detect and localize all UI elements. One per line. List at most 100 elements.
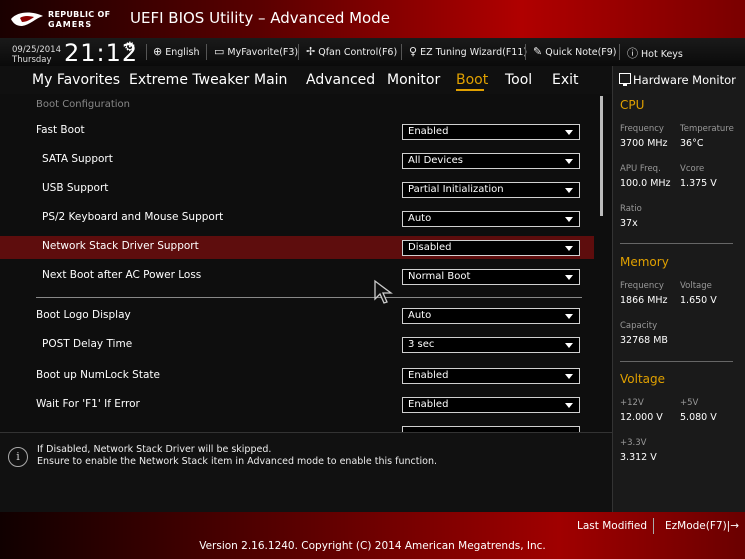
active-tab-indicator	[456, 89, 484, 91]
dropdown-arrow-icon	[565, 188, 573, 193]
window-title: UEFI BIOS Utility – Advanced Mode	[130, 9, 390, 27]
hot-keys-button[interactable]: ⓘ Hot Keys	[627, 45, 683, 61]
cpu-frequency-value: 3700 MHz	[620, 138, 668, 149]
language-label: English	[165, 47, 200, 58]
tab-tool[interactable]: Tool	[505, 72, 532, 88]
memory-frequency-value: 1866 MHz	[620, 295, 668, 306]
mouse-pointer-icon	[374, 279, 393, 304]
toolbar-divider	[619, 44, 620, 60]
date-display: 09/25/2014 Thursday	[12, 45, 61, 65]
apu-freq-label: APU Freq.	[620, 164, 661, 174]
memory-voltage-label: Voltage	[680, 281, 712, 291]
language-button[interactable]: ⊕ English	[153, 45, 200, 58]
cpu-frequency-label: Frequency	[620, 124, 664, 134]
lightbulb-icon: ♀	[409, 45, 418, 58]
memory-section-title: Memory	[620, 255, 669, 269]
hw-section-divider	[620, 361, 733, 362]
select-value: Normal Boot	[408, 271, 471, 282]
toolbar-divider	[206, 44, 207, 60]
option-network-stack-label: Network Stack Driver Support	[42, 240, 199, 252]
tab-main[interactable]: Main	[254, 72, 287, 88]
scrollbar[interactable]	[600, 96, 603, 216]
toolbar-divider	[146, 44, 147, 60]
brand-line2: GAMERS	[48, 20, 93, 29]
memory-capacity-label: Capacity	[620, 321, 658, 331]
quick-note-button[interactable]: ✎ Quick Note(F9)	[533, 45, 617, 58]
rog-logo: REPUBLIC OF GAMERS	[10, 6, 120, 32]
ezmode-button[interactable]: EzMode(F7)|→	[665, 520, 739, 532]
ez-tuning-label: EZ Tuning Wizard(F11)	[420, 47, 528, 58]
memory-frequency-label: Frequency	[620, 281, 664, 291]
globe-icon: ⊕	[153, 45, 163, 58]
boot-logo-select[interactable]: Auto	[402, 308, 580, 324]
fan-icon: ✢	[306, 45, 316, 58]
last-modified-button[interactable]: Last Modified	[577, 520, 647, 532]
help-text-line2: Ensure to enable the Network Stack item …	[37, 456, 437, 467]
date-text: 09/25/2014	[12, 45, 61, 55]
tab-my-favorites[interactable]: My Favorites	[32, 72, 120, 88]
dropdown-arrow-icon	[565, 130, 573, 135]
option-next-boot-label: Next Boot after AC Power Loss	[42, 269, 202, 281]
dropdown-arrow-icon	[565, 275, 573, 280]
cpu-temperature-label: Temperature	[680, 124, 734, 134]
memory-voltage-value: 1.650 V	[680, 295, 717, 306]
info-icon: i	[8, 447, 28, 467]
cpu-temperature-value: 36°C	[680, 138, 704, 149]
network-stack-select[interactable]: Disabled	[402, 240, 580, 256]
tab-boot[interactable]: Boot	[456, 72, 488, 88]
myfavorite-button[interactable]: ▭ MyFavorite(F3)	[214, 45, 298, 58]
select-value: Auto	[408, 310, 432, 321]
toolbar-divider	[298, 44, 299, 60]
option-wait-f1-label: Wait For 'F1' If Error	[36, 398, 140, 410]
tab-monitor[interactable]: Monitor	[387, 72, 440, 88]
help-text-line1: If Disabled, Network Stack Driver will b…	[37, 444, 272, 455]
toolbar-divider	[401, 44, 402, 60]
v5-value: 5.080 V	[680, 412, 717, 423]
brand-line1: REPUBLIC OF	[48, 10, 111, 19]
dropdown-arrow-icon	[565, 314, 573, 319]
wait-f1-select[interactable]: Enabled	[402, 397, 580, 413]
fast-boot-select[interactable]: Enabled	[402, 124, 580, 140]
dropdown-arrow-icon	[565, 217, 573, 222]
usb-support-select[interactable]: Partial Initialization	[402, 182, 580, 198]
v33-label: +3.3V	[620, 438, 647, 448]
qfan-control-button[interactable]: ✢ Qfan Control(F6)	[306, 45, 397, 58]
cpu-section-title: CPU	[620, 98, 645, 112]
option-boot-logo-label: Boot Logo Display	[36, 309, 131, 321]
select-value: All Devices	[408, 155, 463, 166]
v33-value: 3.312 V	[620, 452, 657, 463]
post-delay-select[interactable]: 3 sec	[402, 337, 580, 353]
option-usb-support-label: USB Support	[42, 182, 109, 194]
toolbar-divider	[525, 44, 526, 60]
clock-settings-gear-icon[interactable]: ⚙	[124, 40, 136, 55]
next-boot-select[interactable]: Normal Boot	[402, 269, 580, 285]
tab-advanced[interactable]: Advanced	[306, 72, 375, 88]
voltage-section-title: Voltage	[620, 372, 666, 386]
v5-label: +5V	[680, 398, 699, 408]
favorite-list-icon: ▭	[214, 45, 225, 58]
hardware-monitor-title: Hardware Monitor	[633, 73, 736, 87]
note-icon: ✎	[533, 45, 543, 58]
dropdown-arrow-icon	[565, 159, 573, 164]
option-post-delay-label: POST Delay Time	[42, 338, 133, 350]
section-header: Boot Configuration	[36, 99, 131, 110]
quick-note-label: Quick Note(F9)	[545, 47, 617, 58]
v12-value: 12.000 V	[620, 412, 663, 423]
ps2-support-select[interactable]: Auto	[402, 211, 580, 227]
monitor-icon	[619, 73, 631, 86]
numlock-select[interactable]: Enabled	[402, 368, 580, 384]
tab-extreme-tweaker[interactable]: Extreme Tweaker	[129, 72, 249, 88]
select-value: Enabled	[408, 399, 449, 410]
sata-support-select[interactable]: All Devices	[402, 153, 580, 169]
select-value: Enabled	[408, 126, 449, 137]
vcore-label: Vcore	[680, 164, 705, 174]
dropdown-arrow-icon	[565, 246, 573, 251]
ratio-label: Ratio	[620, 204, 642, 214]
apu-freq-value: 100.0 MHz	[620, 178, 671, 189]
tab-exit[interactable]: Exit	[552, 72, 579, 88]
version-text: Version 2.16.1240. Copyright (C) 2014 Am…	[199, 540, 546, 552]
ez-tuning-wizard-button[interactable]: ♀ EZ Tuning Wizard(F11)	[409, 45, 527, 58]
select-value: Auto	[408, 213, 432, 224]
dropdown-arrow-icon	[565, 343, 573, 348]
dropdown-arrow-icon	[565, 403, 573, 408]
